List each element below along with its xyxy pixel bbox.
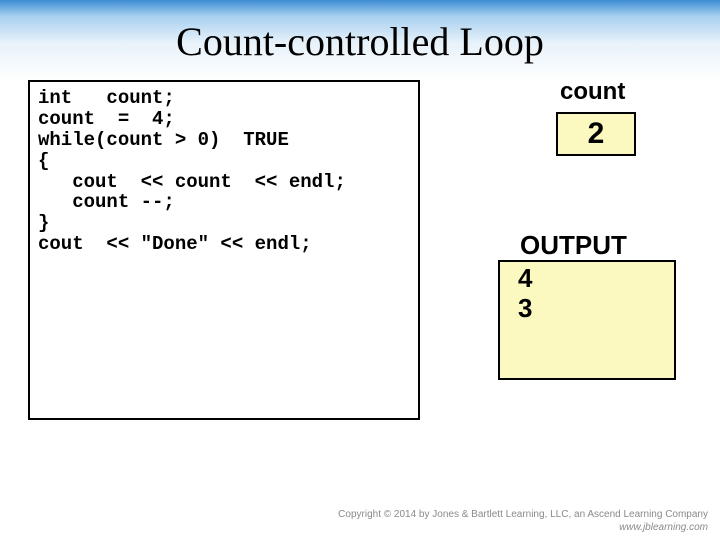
footer-site: www.jblearning.com	[338, 522, 708, 535]
variable-name-label: count	[560, 78, 625, 106]
code-line-6: {	[38, 151, 410, 172]
footer-copyright: Copyright © 2014 by Jones & Bartlett Lea…	[338, 509, 708, 522]
variable-value-box: 2	[556, 112, 636, 156]
condition-true-label: TRUE	[220, 129, 288, 151]
output-line-1: 4	[518, 264, 656, 294]
code-line-3: count = 4;	[38, 109, 410, 130]
code-line-7: cout << count << endl;	[38, 172, 410, 193]
code-line-11: cout << "Done" << endl;	[38, 234, 410, 255]
code-line-5: while(count > 0) TRUE	[38, 130, 410, 151]
code-line-9: count --;	[38, 192, 410, 213]
output-box: 4 3	[498, 260, 676, 380]
code-line-10: }	[38, 213, 410, 234]
footer: Copyright © 2014 by Jones & Bartlett Lea…	[338, 509, 708, 534]
code-box: int count; count = 4; while(count > 0) T…	[28, 80, 420, 420]
code-while-condition: while(count > 0)	[38, 129, 220, 151]
slide-title: Count-controlled Loop	[0, 0, 720, 65]
output-label: OUTPUT	[520, 230, 627, 261]
code-line-1: int count;	[38, 88, 410, 109]
output-line-2: 3	[518, 294, 656, 324]
